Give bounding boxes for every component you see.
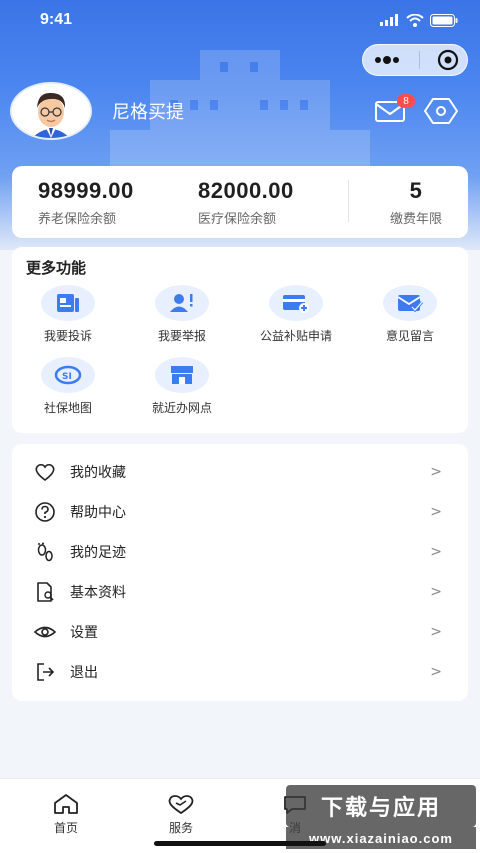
menu-card: 我的收藏 > 帮助中心 > 我的足迹 > 基本资料 > 设置 > 退出 >	[12, 444, 468, 701]
medical-balance[interactable]: 82000.00 医疗保险余额	[198, 178, 294, 227]
complaint-icon	[57, 294, 79, 312]
help-icon	[35, 502, 55, 522]
function-si-map[interactable]: SI 社保地图	[12, 357, 124, 416]
function-nearby-outlet[interactable]: 就近办网点	[126, 357, 238, 416]
menu-footprints-label: 我的足迹	[70, 545, 126, 561]
report-icon	[170, 294, 193, 312]
menu-profile-label: 基本资料	[70, 585, 126, 601]
menu-logout[interactable]: 退出 >	[12, 652, 468, 692]
feedback-mail-icon	[397, 295, 424, 313]
status-bar: 9:41	[0, 0, 480, 40]
function-feedback-label: 意见留言	[385, 329, 434, 343]
menu-settings-label: 设置	[70, 625, 98, 641]
chevron-right-icon: >	[430, 584, 442, 600]
service-heart-icon	[168, 795, 194, 815]
medical-balance-value: 82000.00	[198, 178, 294, 203]
watermark-logo: 下载与应用	[286, 785, 476, 827]
menu-favorites[interactable]: 我的收藏 >	[12, 452, 468, 492]
payment-years-label: 缴费年限	[389, 212, 442, 227]
battery-icon	[430, 13, 458, 27]
chevron-right-icon: >	[430, 464, 442, 480]
chevron-right-icon: >	[430, 664, 442, 680]
stats-divider	[348, 180, 349, 222]
tab-service[interactable]: 服务	[136, 793, 226, 836]
chevron-right-icon: >	[430, 544, 442, 560]
menu-favorites-label: 我的收藏	[70, 465, 126, 481]
home-icon	[54, 794, 78, 814]
function-subsidy-label: 公益补贴申请	[259, 329, 332, 343]
svg-text:SI: SI	[62, 372, 72, 382]
menu-help-label: 帮助中心	[70, 505, 126, 521]
menu-logout-label: 退出	[70, 665, 98, 681]
more-functions-title: 更多功能	[26, 259, 87, 277]
subsidy-card-icon	[283, 295, 309, 313]
capsule-divider	[418, 51, 420, 69]
avatar-illustration	[12, 84, 90, 138]
payment-years-value: 5	[409, 178, 423, 203]
home-indicator	[154, 841, 326, 846]
balance-card: 98999.00 养老保险余额 82000.00 医疗保险余额 5 缴费年限	[12, 166, 468, 238]
more-functions-card: 更多功能 我要投诉 我要举报 公益补贴申请 意见留言 SI 社保地图 就近办网点	[12, 247, 468, 433]
chevron-right-icon: >	[430, 504, 442, 520]
mini-program-capsule	[362, 44, 468, 76]
signal-icon	[380, 14, 398, 26]
menu-help[interactable]: 帮助中心 >	[12, 492, 468, 532]
function-subsidy[interactable]: 公益补贴申请	[240, 285, 352, 344]
function-nearby-outlet-label: 就近办网点	[151, 401, 212, 415]
menu-profile[interactable]: 基本资料 >	[12, 572, 468, 612]
avatar[interactable]	[10, 82, 94, 140]
footprint-icon	[37, 542, 53, 562]
function-feedback[interactable]: 意见留言	[354, 285, 466, 344]
tab-home-label: 首页	[53, 821, 78, 835]
function-si-map-label: 社保地图	[43, 401, 92, 415]
function-report[interactable]: 我要举报	[126, 285, 238, 344]
payment-years[interactable]: 5 缴费年限	[374, 178, 458, 227]
menu-footprints[interactable]: 我的足迹 >	[12, 532, 468, 572]
logout-icon	[37, 663, 55, 681]
chevron-right-icon: >	[430, 624, 442, 640]
pension-balance-value: 98999.00	[38, 178, 134, 203]
message-badge: 8	[397, 94, 415, 108]
menu-settings[interactable]: 设置 >	[12, 612, 468, 652]
status-icons	[380, 13, 458, 27]
store-icon	[171, 366, 193, 384]
pension-balance-label: 养老保险余额	[38, 212, 117, 227]
tab-service-label: 服务	[168, 821, 193, 835]
heart-icon	[35, 463, 55, 482]
function-complaint-label: 我要投诉	[43, 329, 92, 343]
more-dots-icon[interactable]	[372, 55, 402, 65]
settings-icon[interactable]	[424, 96, 458, 126]
wifi-icon	[406, 13, 424, 27]
function-complaint[interactable]: 我要投诉	[12, 285, 124, 344]
settings-eye-icon	[34, 626, 56, 638]
status-time: 9:41	[40, 11, 73, 28]
pension-balance[interactable]: 98999.00 养老保险余额	[38, 178, 134, 227]
close-target-icon[interactable]	[437, 49, 459, 71]
tab-home[interactable]: 首页	[21, 793, 111, 836]
si-map-icon: SI	[54, 365, 82, 385]
function-report-label: 我要举报	[157, 329, 206, 343]
profile-doc-icon	[37, 582, 54, 602]
medical-balance-label: 医疗保险余额	[198, 212, 277, 227]
username: 尼格买提	[112, 102, 184, 123]
